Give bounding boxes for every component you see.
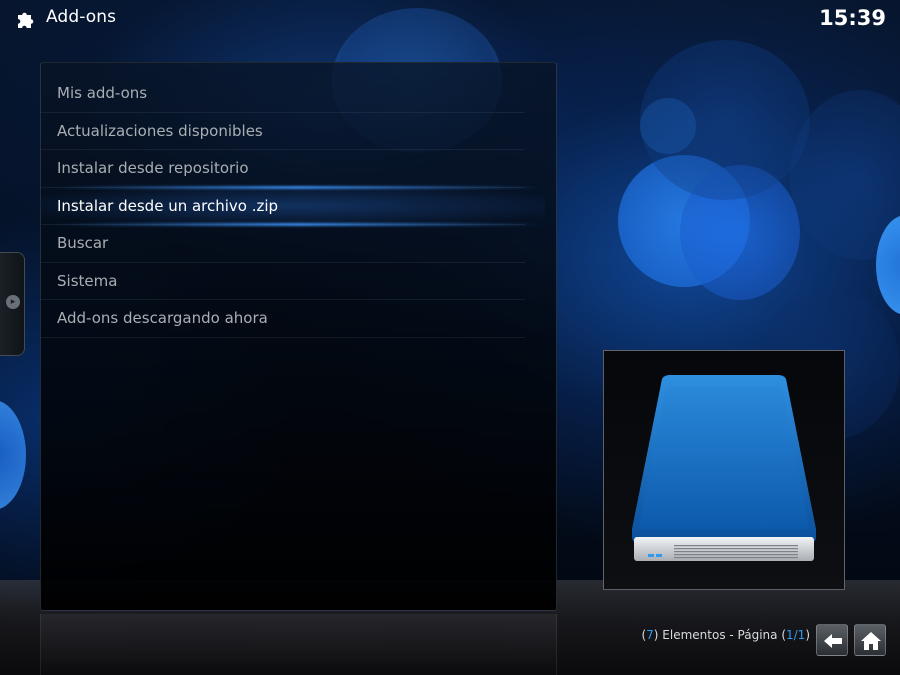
puzzle-piece-icon xyxy=(18,12,34,28)
elements-page-label: Elementos - Página xyxy=(662,628,778,642)
home-icon xyxy=(861,632,881,650)
panel-reflection xyxy=(40,614,557,675)
page-title: Add-ons xyxy=(46,7,117,27)
home-button[interactable] xyxy=(854,624,886,656)
menu-item-label: Mis add-ons xyxy=(57,84,148,102)
bokeh-decoration xyxy=(0,400,26,510)
menu-item-label: Sistema xyxy=(57,271,118,290)
menu-item-label: Instalar desde repositorio xyxy=(57,159,249,177)
menu-item-label: Instalar desde un archivo .zip xyxy=(57,196,279,215)
item-count: 7 xyxy=(646,628,654,642)
back-button[interactable] xyxy=(816,624,848,656)
menu-item-label: Buscar xyxy=(57,234,109,252)
menu-item-sistema[interactable]: Sistema xyxy=(41,263,525,300)
item-thumbnail xyxy=(603,350,845,590)
bokeh-decoration xyxy=(876,215,900,315)
menu-item-buscar[interactable]: Buscar xyxy=(41,225,525,263)
menu-item-instalar-repositorio[interactable]: Instalar desde repositorio xyxy=(41,150,525,188)
menu-item-mis-addons[interactable]: Mis add-ons xyxy=(41,75,525,113)
addons-menu-list: Mis add-ons Actualizaciones disponibles … xyxy=(41,75,556,338)
hard-drive-icon xyxy=(632,375,816,561)
back-arrow-icon xyxy=(824,634,842,648)
menu-item-actualizaciones[interactable]: Actualizaciones disponibles xyxy=(41,113,525,150)
clock: 15:39 xyxy=(819,6,886,30)
page-indicator: 1/1 xyxy=(786,628,806,642)
menu-panel: Mis add-ons Actualizaciones disponibles … xyxy=(40,62,557,611)
menu-item-instalar-zip[interactable]: Instalar desde un archivo .zip xyxy=(41,187,545,225)
menu-item-label: Add-ons descargando ahora xyxy=(57,309,268,327)
item-count-info: (7) Elementos - Página (1/1) xyxy=(641,628,810,642)
chevron-right-icon: ▸ xyxy=(6,295,20,309)
kodi-addons-screen: Add-ons 15:39 ▸ Mis add-ons Actualizacio… xyxy=(0,0,900,675)
side-menu-tab[interactable]: ▸ xyxy=(0,252,25,356)
bokeh-decoration xyxy=(680,165,800,300)
bokeh-decoration xyxy=(640,98,696,154)
menu-item-label: Actualizaciones disponibles xyxy=(57,121,263,140)
bokeh-decoration xyxy=(640,40,810,200)
menu-item-descargando[interactable]: Add-ons descargando ahora xyxy=(41,300,525,338)
bokeh-decoration xyxy=(790,90,900,260)
bokeh-decoration xyxy=(618,155,750,287)
